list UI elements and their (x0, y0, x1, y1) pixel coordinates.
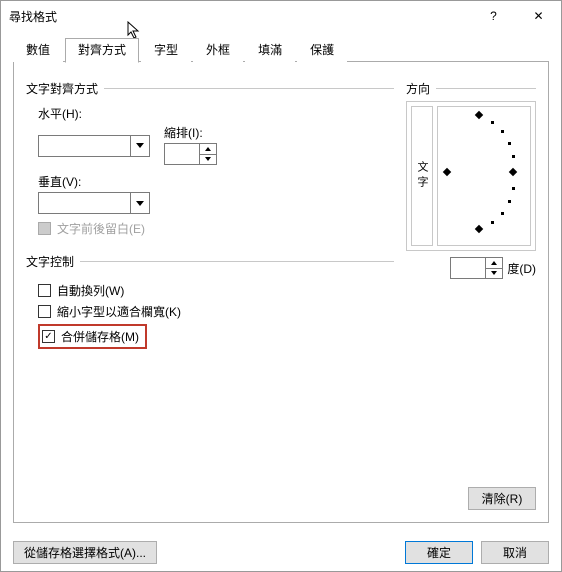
tabs: 數值 對齊方式 字型 外框 填滿 保護 (13, 37, 549, 62)
close-button[interactable]: ✕ (516, 1, 561, 31)
highlight-box: ✓ 合併儲存格(M) (38, 324, 147, 349)
vertical-combo[interactable] (38, 192, 150, 214)
checkbox-icon (38, 222, 51, 235)
group-label: 文字對齊方式 (26, 80, 104, 97)
merge-cells-checkbox[interactable]: ✓ (42, 330, 55, 343)
chevron-down-icon (130, 136, 149, 156)
group-label: 文字控制 (26, 253, 80, 270)
checkbox-icon (38, 284, 51, 297)
tab-border[interactable]: 外框 (193, 38, 243, 62)
spin-up-icon[interactable] (486, 258, 502, 268)
close-icon: ✕ (533, 9, 543, 23)
merge-cells-row: ✓ 合併儲存格(M) (38, 324, 394, 349)
titlebar: 尋找格式 ? ✕ (1, 1, 561, 31)
help-button[interactable]: ? (471, 1, 516, 31)
content: 數值 對齊方式 字型 外框 填滿 保護 文字對齊方式 水平(H): (1, 31, 561, 533)
spin-down-icon[interactable] (200, 154, 216, 165)
degrees-label: 度(D) (507, 260, 536, 277)
checkbox-icon (38, 305, 51, 318)
tab-number[interactable]: 數值 (13, 38, 63, 62)
orientation-group: 方向 文字 (406, 80, 536, 279)
cancel-button[interactable]: 取消 (481, 541, 549, 564)
checkbox-label: 合併儲存格(M) (61, 328, 139, 345)
orientation-dial[interactable] (437, 106, 531, 246)
clear-button[interactable]: 清除(R) (468, 487, 536, 510)
tab-fill[interactable]: 填滿 (245, 38, 295, 62)
spin-up-icon[interactable] (200, 144, 216, 154)
tab-page: 文字對齊方式 水平(H): 縮排(I): (13, 62, 549, 523)
spin-down-icon[interactable] (486, 268, 502, 279)
dialog-footer: 從儲存格選擇格式(A)... 確定 取消 (1, 533, 561, 571)
indent-spinner[interactable] (164, 143, 217, 165)
checkbox-label: 自動換列(W) (57, 282, 124, 299)
find-format-dialog: 尋找格式 ? ✕ 數值 對齊方式 字型 外框 填滿 保護 文字對齊方式 水平(H… (0, 0, 562, 572)
tab-font[interactable]: 字型 (141, 38, 191, 62)
vertical-text-button[interactable]: 文字 (411, 106, 433, 246)
justify-distributed-checkbox: 文字前後留白(E) (38, 220, 394, 237)
indent-label: 縮排(I): (164, 124, 217, 141)
text-alignment-group: 文字對齊方式 水平(H): 縮排(I): (26, 80, 394, 245)
tab-alignment[interactable]: 對齊方式 (65, 38, 139, 63)
horizontal-label: 水平(H): (38, 105, 394, 122)
checkbox-label: 縮小字型以適合欄寬(K) (57, 303, 181, 320)
shrink-to-fit-checkbox[interactable]: 縮小字型以適合欄寬(K) (38, 303, 394, 320)
vertical-label: 垂直(V): (38, 173, 394, 190)
degrees-spinner[interactable] (450, 257, 503, 279)
window-title: 尋找格式 (9, 8, 471, 25)
wrap-text-checkbox[interactable]: 自動換列(W) (38, 282, 394, 299)
ok-button[interactable]: 確定 (405, 541, 473, 564)
choose-from-cell-button[interactable]: 從儲存格選擇格式(A)... (13, 541, 157, 564)
tab-protection[interactable]: 保護 (297, 38, 347, 62)
checkbox-label: 文字前後留白(E) (57, 220, 145, 237)
chevron-down-icon (130, 193, 149, 213)
text-control-group: 文字控制 自動換列(W) 縮小字型以適合欄寬(K) (26, 253, 394, 357)
check-icon: ✓ (44, 332, 52, 342)
horizontal-combo[interactable] (38, 135, 150, 157)
group-label: 方向 (406, 80, 436, 97)
help-icon: ? (490, 9, 497, 23)
